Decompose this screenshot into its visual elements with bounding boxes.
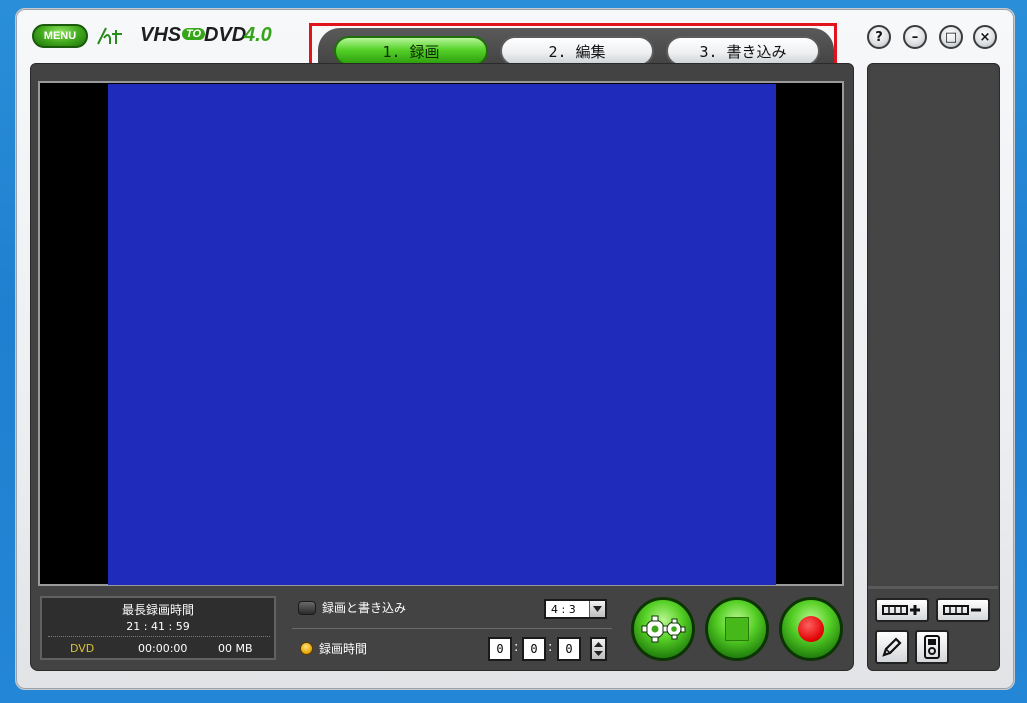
time-separator: : (548, 640, 553, 655)
time-spinner[interactable] (590, 637, 607, 661)
record-time-option[interactable]: 録画時間 (300, 640, 367, 657)
logo-to: TO (182, 28, 206, 40)
aspect-ratio-value: 4 : 3 (551, 603, 576, 616)
options-divider (292, 628, 612, 629)
chevron-down-icon[interactable] (589, 601, 605, 617)
minimize-button[interactable]: – (903, 25, 927, 49)
remove-clip-button[interactable] (936, 598, 990, 622)
record-and-burn-checkbox[interactable] (298, 600, 316, 615)
gears-icon (641, 615, 686, 643)
pencil-icon (882, 637, 902, 657)
settings-button[interactable] (631, 597, 695, 661)
aspect-ratio-select[interactable]: 4 : 3 (544, 599, 607, 619)
maximize-button[interactable]: □ (939, 25, 963, 49)
media-player-icon (924, 635, 940, 659)
info-elapsed: 00:00:00 (138, 642, 188, 655)
logo-vhs: VHS (140, 24, 182, 46)
time-minutes-field[interactable]: 0 (522, 637, 546, 661)
edit-clip-button[interactable] (875, 630, 909, 664)
record-time-label: 録画時間 (319, 642, 368, 656)
record-and-burn-label: 録画と書き込み (322, 601, 407, 615)
film-add-icon (882, 605, 920, 615)
time-seconds-field[interactable]: 0 (557, 637, 581, 661)
menu-button[interactable]: MENU (32, 24, 88, 48)
info-format: DVD (70, 642, 95, 655)
spinner-arrows-icon[interactable] (592, 639, 605, 659)
record-dot-icon (798, 616, 824, 642)
help-button[interactable]: ? (867, 25, 891, 49)
recording-info-box: 最長録画時間 21 : 41 : 59 DVD 00:00:00 00 MB (40, 596, 276, 660)
info-size: 00 MB (218, 642, 253, 655)
info-divider (48, 636, 270, 637)
time-hours-field[interactable]: 0 (488, 637, 512, 661)
device-button[interactable] (915, 630, 949, 664)
video-preview (108, 84, 776, 585)
record-time-radio[interactable] (300, 642, 313, 655)
record-button[interactable] (779, 597, 843, 661)
film-remove-icon (943, 605, 981, 615)
add-clip-button[interactable] (875, 598, 929, 622)
side-divider (868, 586, 998, 589)
close-button[interactable]: × (973, 25, 997, 49)
time-separator: : (514, 640, 519, 655)
app-logo: VHS TO DVD 4.0 (96, 22, 286, 50)
record-and-burn-option[interactable]: 録画と書き込み (298, 599, 406, 616)
logo-version: 4.0 (244, 24, 272, 46)
info-max-time: 21 : 41 : 59 (126, 620, 190, 633)
info-title: 最長録画時間 (121, 603, 194, 617)
clip-list[interactable] (871, 66, 995, 584)
stop-square-icon (725, 617, 749, 641)
stop-button[interactable] (705, 597, 769, 661)
logo-dvd: DVD (204, 24, 247, 46)
